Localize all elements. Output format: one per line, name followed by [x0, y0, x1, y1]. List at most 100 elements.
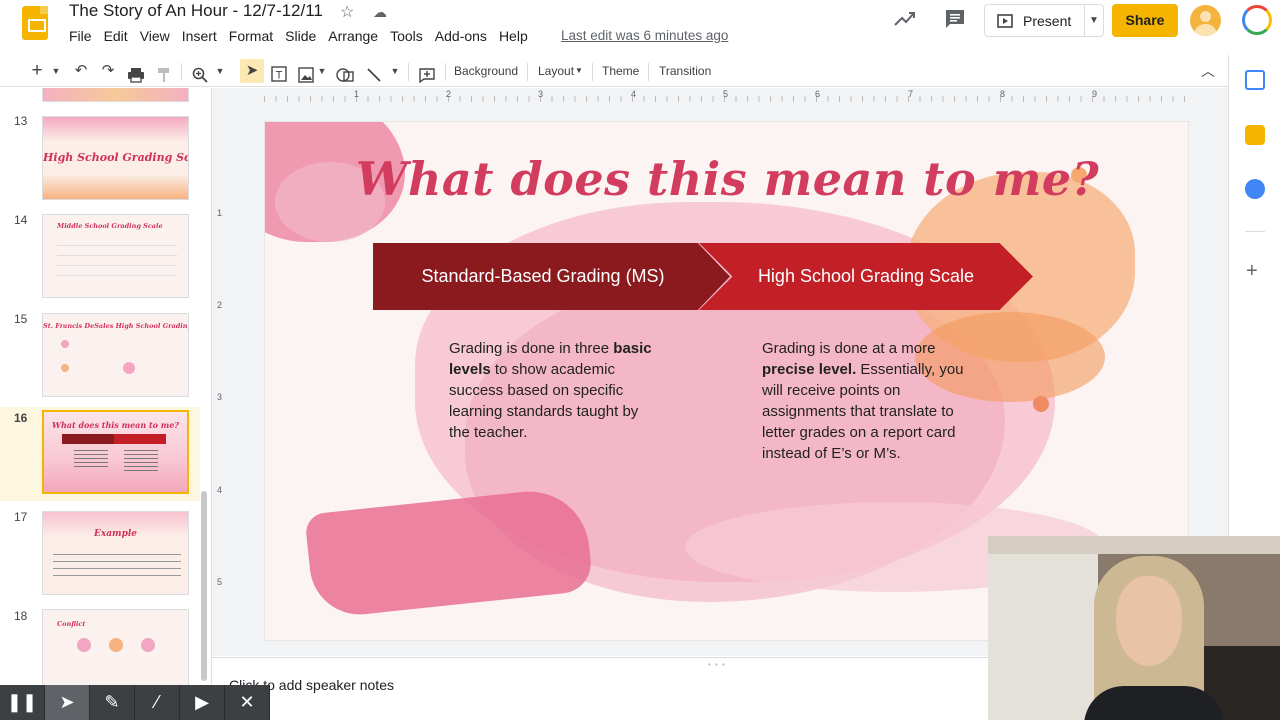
thumbnail-dot — [77, 638, 91, 652]
line-icon[interactable] — [366, 63, 382, 87]
close-icon[interactable]: ✕ — [225, 685, 270, 720]
present-icon — [997, 13, 1013, 28]
menu-tools[interactable]: Tools — [384, 27, 429, 45]
slide-thumbnail-16[interactable]: What does this mean to me? — [42, 410, 189, 494]
filmstrip-scrollbar[interactable] — [201, 491, 207, 681]
keep-icon[interactable] — [1245, 125, 1265, 145]
slide-thumbnail-14[interactable]: Middle School Grading Scale — [42, 214, 189, 298]
menu-view[interactable]: View — [134, 27, 176, 45]
collapse-toolbar-icon[interactable]: ︿ — [1198, 59, 1218, 83]
ruler-mark: 5 — [217, 577, 223, 587]
print-icon[interactable] — [127, 63, 145, 87]
image-icon[interactable] — [298, 63, 314, 87]
paint-format-icon[interactable] — [156, 63, 172, 87]
webcam-wall — [988, 536, 1280, 554]
transition-button[interactable]: Transition — [659, 55, 711, 87]
present-button[interactable]: Present — [985, 5, 1085, 36]
webcam-overlay[interactable] — [988, 536, 1280, 720]
slides-logo[interactable] — [22, 6, 48, 40]
left-body-text[interactable]: Grading is done in three basic levels to… — [449, 338, 661, 443]
new-slide-icon[interactable]: + — [28, 59, 46, 83]
layout-button[interactable]: Layout — [538, 55, 574, 87]
ruler-mark: 5 — [723, 89, 729, 99]
user-avatar[interactable] — [1190, 5, 1221, 36]
menu-file[interactable]: File — [69, 27, 98, 45]
share-button[interactable]: Share — [1112, 4, 1178, 37]
select-tool-icon[interactable]: ➤ — [240, 59, 264, 83]
menu-arrange[interactable]: Arrange — [322, 27, 384, 45]
cloud-status-icon[interactable]: ☁ — [373, 4, 387, 21]
menu-help[interactable]: Help — [493, 27, 534, 45]
add-comment-icon[interactable] — [418, 63, 436, 87]
pointer-icon[interactable]: ➤ — [45, 685, 90, 720]
highlighter-icon[interactable]: ⁄ — [135, 685, 180, 720]
horizontal-ruler: 1 2 3 4 5 6 7 8 9 — [264, 89, 1189, 103]
ruler-mark: 1 — [217, 208, 223, 218]
slide-thumbnail-13[interactable]: High School Grading Scale — [42, 116, 189, 200]
text-box-icon[interactable]: T — [270, 62, 288, 86]
watercolor-brushstroke — [304, 485, 594, 620]
thumbnail-text — [74, 450, 108, 468]
toolbar-divider — [408, 63, 409, 81]
slides-app: The Story of An Hour - 12/7-12/11 ☆ ☁ Fi… — [0, 0, 1280, 720]
menu-edit[interactable]: Edit — [98, 27, 134, 45]
menu-insert[interactable]: Insert — [176, 27, 223, 45]
new-slide-dropdown-icon[interactable]: ▼ — [50, 59, 62, 83]
left-chevron-header[interactable]: Standard-Based Grading (MS) — [373, 243, 730, 310]
thumbnail-title: St. Francis DeSales High School Grading … — [43, 322, 188, 330]
zoom-dropdown-icon[interactable]: ▼ — [214, 59, 226, 83]
slide-thumbnail-12[interactable] — [42, 88, 189, 102]
slide-number: 13 — [14, 114, 28, 128]
ruler-mark: 3 — [217, 392, 223, 402]
present-options-dropdown[interactable]: ▼ — [1085, 15, 1103, 26]
slide-title[interactable]: What does this mean to me? — [265, 152, 1188, 206]
ruler-mark: 4 — [217, 485, 223, 495]
redo-icon[interactable]: ↷ — [99, 59, 117, 83]
menu-addons[interactable]: Add-ons — [429, 27, 493, 45]
undo-icon[interactable]: ↶ — [72, 59, 90, 83]
thumbnail-table — [53, 554, 181, 576]
toolbar-divider — [648, 63, 649, 81]
star-icon[interactable]: ☆ — [340, 2, 354, 22]
slide-thumbnail-15[interactable]: St. Francis DeSales High School Grading … — [42, 313, 189, 397]
slide-thumbnail-17[interactable]: Example — [42, 511, 189, 595]
document-title[interactable]: The Story of An Hour - 12/7-12/11 — [69, 1, 323, 21]
google-account-icon[interactable] — [1242, 5, 1272, 35]
thumbnail-title: What does this mean to me? — [51, 420, 179, 430]
thumbnail-title: Conflict — [57, 620, 86, 628]
camera-icon[interactable]: ▶ — [180, 685, 225, 720]
comment-icon[interactable] — [943, 8, 967, 30]
layout-dropdown-icon[interactable]: ▼ — [575, 55, 583, 87]
right-body-part-1: Grading is done at a more — [762, 340, 936, 357]
slide-thumbnail-18[interactable]: Conflict — [42, 609, 189, 688]
last-edit-link[interactable]: Last edit was 6 minutes ago — [561, 28, 728, 43]
notes-resize-handle[interactable]: • • • — [708, 660, 726, 669]
shape-icon[interactable] — [336, 63, 354, 87]
image-dropdown-icon[interactable]: ▼ — [316, 59, 328, 83]
add-addon-icon[interactable]: + — [1246, 260, 1258, 283]
zoom-icon[interactable] — [192, 63, 208, 87]
menu-slide[interactable]: Slide — [279, 27, 322, 45]
menu-format[interactable]: Format — [223, 27, 279, 45]
slide-number: 16 — [14, 411, 28, 425]
right-chevron-header[interactable]: High School Grading Scale — [699, 243, 1033, 310]
ruler-mark: 1 — [354, 89, 360, 99]
slide-number: 18 — [14, 609, 28, 623]
toolbar-divider — [527, 63, 528, 81]
tasks-icon[interactable] — [1245, 179, 1265, 199]
thumbnail-dot — [61, 340, 69, 348]
right-body-text[interactable]: Grading is done at a more precise level.… — [762, 338, 974, 464]
thumbnail-dot — [141, 638, 155, 652]
activity-trend-icon[interactable] — [893, 8, 917, 30]
present-button-group: Present ▼ — [984, 4, 1104, 37]
toolbar-divider — [181, 63, 182, 81]
thumbnail-row — [57, 275, 177, 276]
pause-icon[interactable]: ❚❚ — [0, 685, 45, 720]
line-dropdown-icon[interactable]: ▼ — [389, 59, 401, 83]
toolbar-divider — [445, 63, 446, 81]
thumbnail-title: Middle School Grading Scale — [57, 222, 163, 230]
theme-button[interactable]: Theme — [602, 55, 639, 87]
background-button[interactable]: Background — [454, 55, 518, 87]
pen-icon[interactable]: ✎ — [90, 685, 135, 720]
calendar-icon[interactable] — [1245, 70, 1265, 90]
